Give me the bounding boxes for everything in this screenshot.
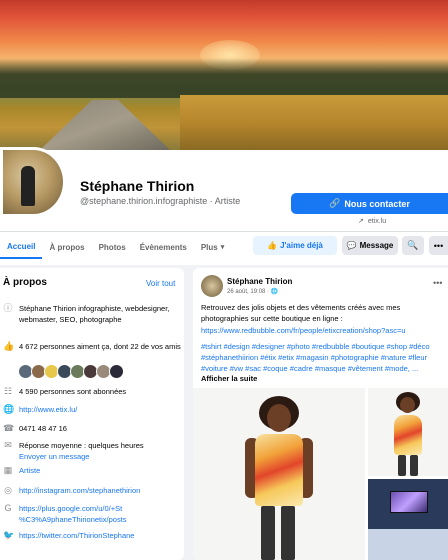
twitter-icon: 🐦 xyxy=(3,530,15,540)
page-tabs: Accueil À propos Photos Évènements Plus xyxy=(0,235,231,259)
model-top xyxy=(394,415,422,455)
cover-path xyxy=(40,100,170,150)
tab-photos[interactable]: Photos xyxy=(92,235,133,259)
about-followers: 4 590 personnes sont abonnées xyxy=(19,387,127,396)
tab-accueil[interactable]: Accueil xyxy=(0,235,43,259)
search-button[interactable]: 🔍 xyxy=(402,236,424,255)
about-response: Réponse moyenne : quelques heures xyxy=(19,441,144,450)
google-icon: G xyxy=(4,503,12,513)
post-hashtags[interactable]: #tshirt #design #designer #photo #redbub… xyxy=(201,341,448,374)
page-handle: @stephane.thirion.infographiste · Artist… xyxy=(80,196,241,206)
about-category-row: ▦ Artiste xyxy=(3,465,181,476)
phone-icon: ☎ xyxy=(3,423,15,433)
external-link-icon: ↗ xyxy=(358,218,364,225)
avatar[interactable] xyxy=(0,147,66,217)
more-button[interactable]: ••• xyxy=(429,236,448,255)
post-image-main[interactable] xyxy=(193,388,365,560)
see-all-link[interactable]: Voir tout xyxy=(146,279,175,288)
see-more-link[interactable]: Afficher la suite xyxy=(201,374,257,383)
friends-avatars[interactable] xyxy=(18,364,124,379)
website-short-link[interactable]: ↗ etix.lu xyxy=(358,217,386,226)
tag-icon: ▦ xyxy=(3,465,13,475)
contact-button[interactable]: 🔗 Nous contacter xyxy=(291,193,448,214)
header-divider xyxy=(0,231,448,232)
about-instagram[interactable]: http://instagram.com/stephanethirion xyxy=(19,485,140,496)
post-image-room[interactable] xyxy=(368,479,448,560)
send-message-link[interactable]: Envoyer un message xyxy=(19,451,144,462)
model-leg xyxy=(398,455,406,476)
search-icon: 🔍 xyxy=(407,240,419,250)
about-phone-row: ☎ 0471 48 47 16 xyxy=(3,423,181,434)
about-website-row[interactable]: 🌐 http://www.etix.lu/ xyxy=(3,404,181,415)
about-followers-row: ☷ 4 590 personnes sont abonnées xyxy=(3,386,181,397)
more-icon: ••• xyxy=(433,240,444,251)
about-title: À propos xyxy=(3,277,47,288)
link-icon: 🔗 xyxy=(329,198,341,208)
model-leg xyxy=(261,506,275,560)
about-response-block: Réponse moyenne : quelques heures Envoye… xyxy=(19,440,144,462)
about-likes-row: 👍 4 672 personnes aiment ça, dont 22 de … xyxy=(3,341,181,352)
tab-evenements[interactable]: Évènements xyxy=(133,235,194,259)
about-twitter-row: 🐦 https://twitter.com/ThirionStephane xyxy=(3,530,181,541)
cover-grass xyxy=(180,95,448,150)
post-text: Retrouvez des jolis objets et des vêteme… xyxy=(201,303,401,323)
tab-plus[interactable]: Plus xyxy=(194,235,231,259)
about-google[interactable]: https://plus.google.com/u/0/+St %C3%A9ph… xyxy=(19,503,181,525)
message-button[interactable]: 💬 Message xyxy=(342,236,398,255)
like-icon: 👍 xyxy=(267,241,278,250)
page-title: Stéphane Thirion xyxy=(80,178,195,194)
post-image-side[interactable] xyxy=(368,388,448,476)
instagram-icon: ◎ xyxy=(4,485,12,495)
about-response-row: ✉ Réponse moyenne : quelques heures Envo… xyxy=(3,440,181,462)
model-top xyxy=(255,434,303,506)
about-description-row: ⓘ Stéphane Thirion infographiste, webdes… xyxy=(3,303,181,325)
room-artwork xyxy=(390,491,428,513)
info-icon: ⓘ xyxy=(3,303,13,313)
chat-icon: ✉ xyxy=(4,440,12,450)
thumb-icon: 👍 xyxy=(3,341,15,351)
avatar-figure xyxy=(21,166,35,206)
like-page-button[interactable]: 👍 J'aime déjà xyxy=(253,236,337,255)
about-website[interactable]: http://www.etix.lu/ xyxy=(19,404,77,415)
cover-treeline xyxy=(0,58,448,98)
post-author[interactable]: Stéphane Thirion xyxy=(227,277,292,286)
post-author-avatar[interactable] xyxy=(201,275,223,297)
about-twitter[interactable]: https://twitter.com/ThirionStephane xyxy=(19,530,134,541)
about-description: Stéphane Thirion infographiste, webdesig… xyxy=(19,304,170,324)
about-category[interactable]: Artiste xyxy=(19,465,40,476)
friend-avatar[interactable] xyxy=(109,364,124,379)
model-leg xyxy=(410,455,418,476)
model-leg xyxy=(281,506,295,560)
post-link[interactable]: https://www.redbubble.com/fr/people/etix… xyxy=(201,326,406,335)
cover-photo[interactable] xyxy=(0,0,448,150)
about-instagram-row: ◎ http://instagram.com/stephanethirion xyxy=(3,485,181,496)
follow-icon: ☷ xyxy=(3,386,13,396)
post-menu-icon[interactable]: ••• xyxy=(433,278,442,288)
about-card: À propos Voir tout ⓘ Stéphane Thirion in… xyxy=(0,268,184,560)
model-face xyxy=(267,404,291,432)
tab-a-propos[interactable]: À propos xyxy=(42,235,91,259)
messenger-icon: 💬 xyxy=(346,241,357,250)
about-phone: 0471 48 47 16 xyxy=(19,424,67,433)
room-sofa xyxy=(368,529,448,560)
about-likes: 4 672 personnes aiment ça, dont 22 de vo… xyxy=(19,342,181,351)
about-google-row: G https://plus.google.com/u/0/+St %C3%A9… xyxy=(3,503,181,525)
model-face xyxy=(400,397,415,413)
post-card: Stéphane Thirion 26 août, 19:08 · 🌐 ••• … xyxy=(193,268,448,560)
post-date[interactable]: 26 août, 19:08 · 🌐 xyxy=(227,288,278,295)
globe-icon: 🌐 xyxy=(3,404,15,414)
